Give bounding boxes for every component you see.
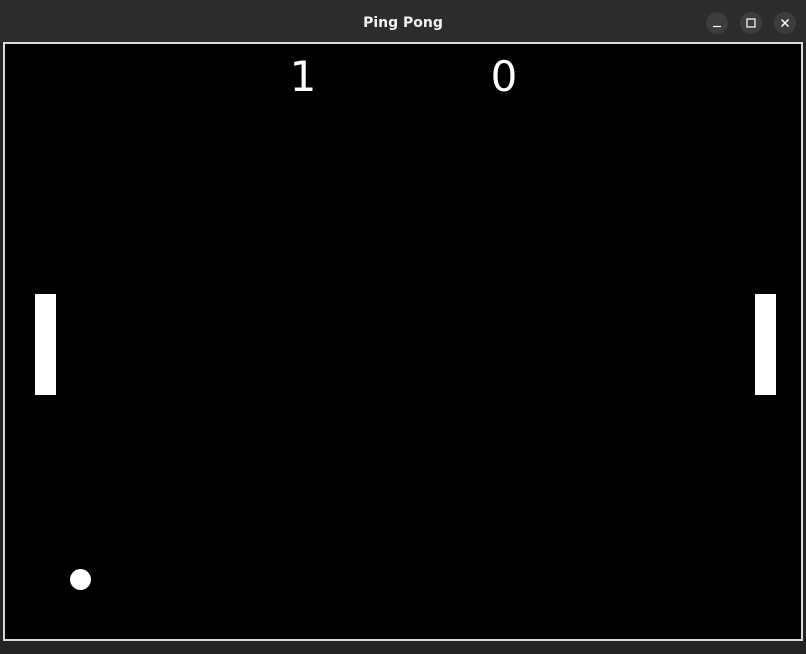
maximize-icon — [746, 18, 756, 28]
right-paddle — [755, 294, 776, 395]
left-player-score: 1 — [289, 52, 317, 101]
window-title: Ping Pong — [363, 15, 443, 31]
right-player-score: 0 — [490, 52, 518, 101]
app-window: Ping Pong 1 0 — [0, 0, 806, 654]
left-paddle — [35, 294, 56, 395]
playfield — [8, 47, 798, 636]
maximize-button[interactable] — [740, 12, 762, 34]
title-bar[interactable]: Ping Pong — [0, 0, 806, 45]
close-button[interactable] — [774, 12, 796, 34]
game-canvas[interactable] — [3, 42, 803, 641]
minimize-button[interactable] — [706, 12, 728, 34]
close-icon — [780, 18, 790, 28]
minimize-icon — [713, 25, 721, 28]
ball — [70, 569, 91, 590]
